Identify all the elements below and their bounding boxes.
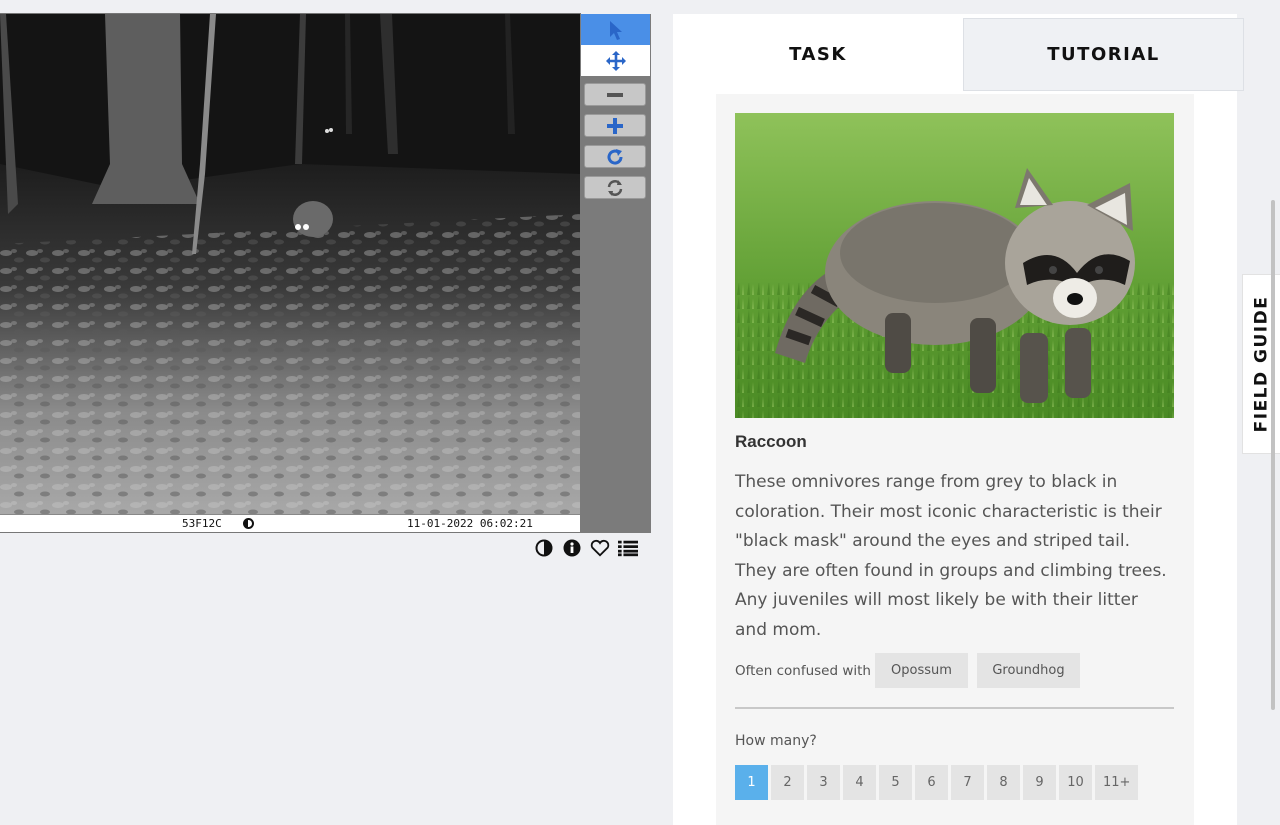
- scrollbar[interactable]: [1271, 200, 1275, 710]
- tab-tutorial[interactable]: TUTORIAL: [963, 18, 1244, 91]
- minus-icon: [607, 92, 623, 97]
- count-option-8[interactable]: 8: [987, 765, 1020, 800]
- count-option-3[interactable]: 3: [807, 765, 840, 800]
- count-option-1[interactable]: 1: [735, 765, 768, 800]
- species-description: These omnivores range from grey to black…: [735, 472, 1167, 640]
- reset-button[interactable]: [584, 176, 646, 199]
- pan-tool-button[interactable]: [581, 45, 650, 76]
- count-option-4[interactable]: 4: [843, 765, 876, 800]
- task-panel: TASK TUTORIAL Raccoon These omnivores ra…: [673, 14, 1244, 825]
- field-guide-label: FIELD GUIDE: [1251, 295, 1272, 433]
- count-options: 1 2 3 4 5 6 7 8 9 10 11+: [735, 765, 1139, 800]
- count-option-11-plus[interactable]: 11+: [1095, 765, 1139, 800]
- species-card: Raccoon These omnivores range from grey …: [716, 94, 1194, 825]
- count-option-7[interactable]: 7: [951, 765, 984, 800]
- camera-image-viewer[interactable]: 53F12C 11-01-2022 06:02:21: [0, 13, 581, 533]
- confused-chip-groundhog[interactable]: Groundhog: [976, 653, 1080, 688]
- how-many-label: How many?: [735, 733, 817, 749]
- count-option-2[interactable]: 2: [771, 765, 804, 800]
- list-icon[interactable]: [618, 538, 638, 558]
- species-name: Raccoon: [735, 432, 807, 451]
- pointer-icon: [609, 20, 622, 40]
- rotate-button[interactable]: [584, 145, 646, 168]
- info-icon[interactable]: [562, 538, 582, 558]
- select-tool-button[interactable]: [581, 14, 650, 45]
- camera-id: 53F12C: [182, 517, 222, 530]
- count-option-6[interactable]: 6: [915, 765, 948, 800]
- zoom-out-button[interactable]: [584, 83, 646, 106]
- camera-info-strip: 53F12C 11-01-2022 06:02:21: [0, 514, 580, 532]
- contrast-icon[interactable]: [534, 538, 554, 558]
- capture-timestamp: 11-01-2022 06:02:21: [407, 517, 533, 530]
- image-toolbar: [580, 14, 651, 533]
- viewer-actions: [534, 538, 638, 558]
- moon-phase-icon: [243, 518, 254, 529]
- confused-with-row: Often confused with Opossum Groundhog: [735, 653, 1080, 688]
- confused-with-label: Often confused with: [735, 662, 871, 679]
- tab-task[interactable]: TASK: [673, 18, 963, 91]
- zoom-in-button[interactable]: [584, 114, 646, 137]
- panel-tabs: TASK TUTORIAL: [673, 14, 1244, 91]
- refresh-icon: [607, 179, 623, 196]
- count-option-9[interactable]: 9: [1023, 765, 1056, 800]
- move-arrows-icon: [605, 50, 626, 71]
- raccoon-photo: [735, 113, 1174, 418]
- plus-icon: [607, 117, 623, 134]
- trail-camera-image: [0, 14, 580, 516]
- divider: [735, 707, 1174, 709]
- count-option-5[interactable]: 5: [879, 765, 912, 800]
- confused-chip-opossum[interactable]: Opossum: [874, 653, 968, 688]
- count-option-10[interactable]: 10: [1059, 765, 1092, 800]
- heart-icon[interactable]: [590, 538, 610, 558]
- rotate-icon: [607, 148, 623, 165]
